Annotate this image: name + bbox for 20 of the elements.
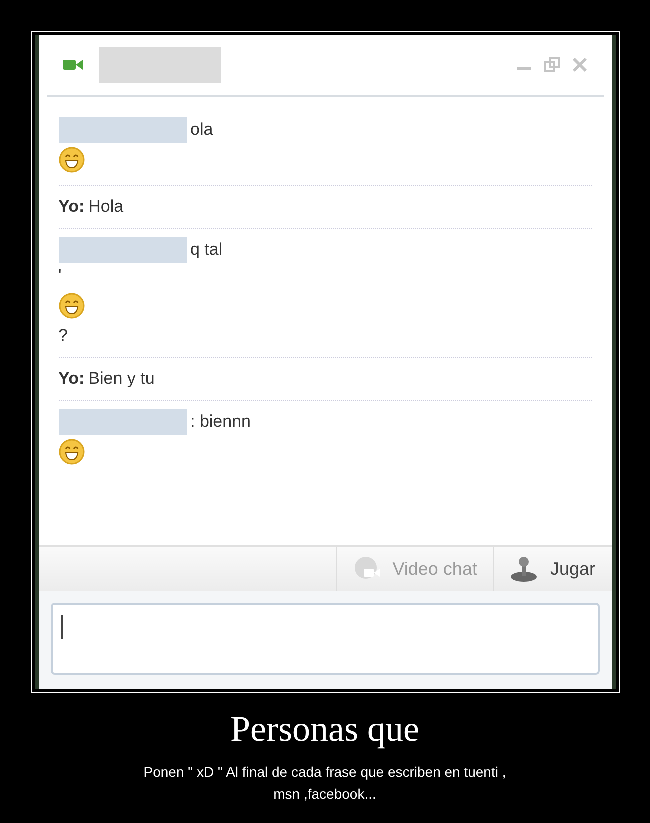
- message-text: Bien y tu: [88, 368, 155, 390]
- message-text: : biennn: [190, 411, 251, 433]
- restore-icon[interactable]: [544, 57, 560, 73]
- message-text: ?: [58, 325, 68, 347]
- message-text: ': [58, 265, 62, 287]
- poster-title: Personas que: [230, 708, 420, 751]
- laughing-emoticon-icon: [58, 439, 84, 465]
- message-text: q tal: [190, 239, 223, 261]
- joystick-icon: [510, 555, 538, 583]
- message-text: Hola: [88, 196, 124, 218]
- sender-name: Yo:: [58, 196, 85, 218]
- close-icon[interactable]: [572, 57, 588, 73]
- laughing-emoticon-icon: [58, 293, 84, 319]
- sender-name: Yo:: [58, 368, 85, 390]
- message-input[interactable]: [50, 603, 600, 675]
- video-bubble-icon: [352, 556, 381, 582]
- message-text: ola: [190, 119, 214, 141]
- poster-caption: Ponen " xD " Al final de cada frase que escriben en tuenti , msn ,facebook...: [142, 763, 508, 804]
- laughing-emoticon-icon: [58, 147, 84, 173]
- video-camera-icon: [62, 59, 82, 71]
